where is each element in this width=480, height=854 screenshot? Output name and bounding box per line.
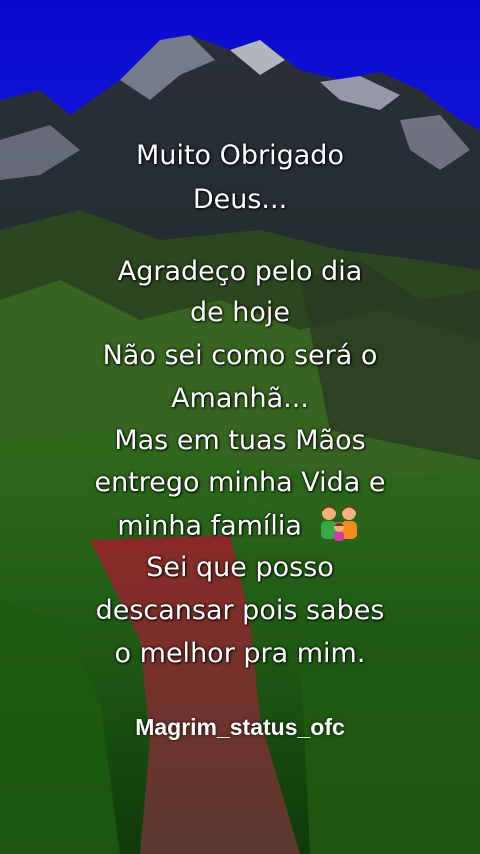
signature-handle: Magrim_status_ofc (135, 714, 345, 740)
quote-line-6: entrego minha Vida e (94, 467, 386, 498)
title-line-1: Muito Obrigado (136, 140, 344, 171)
quote-line-7: minha família (0, 505, 480, 545)
quote-line-8: Sei que posso (146, 552, 334, 583)
quote-line-5: Mas em tuas Mãos (114, 425, 366, 456)
quote-text-block: Muito Obrigado Deus... Agradeço pelo dia… (0, 0, 480, 854)
quote-line-2: de hoje (189, 297, 291, 328)
quote-line-7-text: minha família (117, 510, 302, 542)
family-icon (315, 505, 363, 541)
quote-line-1: Agradeço pelo dia (117, 256, 363, 287)
status-image: Muito Obrigado Deus... Agradeço pelo dia… (0, 0, 480, 854)
quote-line-3: Não sei como será o (102, 340, 378, 371)
title-line-2: Deus... (192, 184, 288, 215)
quote-line-9: descansar pois sabes (95, 595, 385, 626)
quote-line-4: Amanhã... (171, 383, 309, 414)
quote-line-10: o melhor pra mim. (114, 638, 366, 669)
